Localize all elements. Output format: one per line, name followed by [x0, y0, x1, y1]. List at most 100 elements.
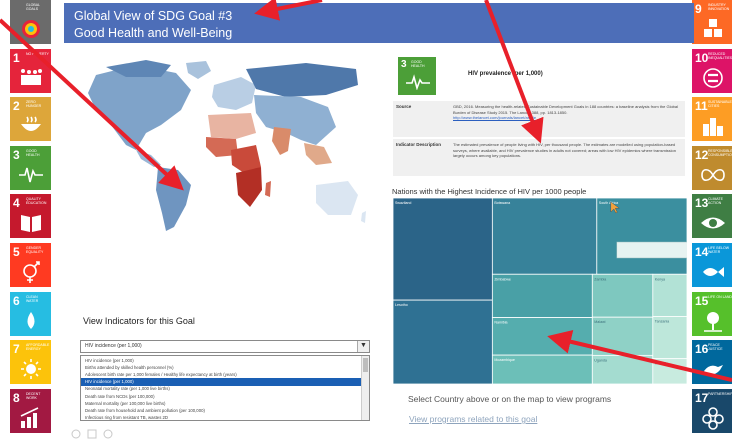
infinity-icon: [701, 168, 725, 181]
treemap-cell[interactable]: [393, 198, 493, 301]
eye-icon: [701, 217, 725, 229]
indicator-options-list[interactable]: Infectious ring from resistant TB, waste…: [80, 355, 370, 421]
map-asia[interactable]: [254, 95, 336, 145]
sdg-tile-label: Gender Equality: [26, 246, 44, 254]
indicator-option[interactable]: Infectious ring from resistant TB, waste…: [81, 414, 361, 421]
treemap-cell-label: Kenya: [655, 277, 665, 281]
indicator-option[interactable]: Neonatal mortality rate (per 1,000 live …: [81, 385, 361, 392]
treemap-cell-label: Botswana: [494, 201, 510, 205]
indicator-option[interactable]: Death rate from household and ambient po…: [81, 407, 361, 414]
treemap-cell-label: Mozambique: [494, 358, 515, 362]
sdg-tile-label: No Poverty: [26, 51, 49, 56]
sdg-tile-12[interactable]: 12 Responsible Consumption: [692, 145, 732, 190]
sdg-tile-8[interactable]: 8 Decent Work: [10, 388, 51, 433]
treemap-cell-label: Malawi: [594, 320, 605, 324]
source-link[interactable]: http://www.thelancet.com/journals/lancet…: [453, 115, 536, 120]
map-southeast-asia[interactable]: [304, 143, 332, 165]
map-southern-africa[interactable]: [236, 167, 262, 207]
sdg-tile-6[interactable]: 6 Clean Water: [10, 291, 51, 336]
map-central-america[interactable]: [136, 150, 161, 167]
bottom-toolbar-icons: [71, 429, 113, 439]
info-key: Source: [396, 104, 412, 109]
map-europe[interactable]: [212, 77, 256, 110]
sdg-tile-label: Peace Justice: [708, 343, 723, 352]
goal3-logo-label: Good Health: [411, 60, 425, 68]
indicator-option[interactable]: Births attended by skilled health person…: [81, 364, 361, 371]
sdg-tile-global[interactable]: Global Goals: [10, 0, 51, 44]
sdg-tile-2[interactable]: 2 Zero Hunger: [10, 97, 51, 142]
map-new-zealand[interactable]: [361, 211, 366, 223]
sdg-tile-number: 6: [13, 293, 20, 308]
sdg-tile-label: Reduced Inequalities: [708, 51, 732, 60]
toolbar-square-icon[interactable]: [87, 429, 97, 439]
sdg-tile-label: Clean Water: [26, 294, 39, 303]
sdg-tile-number: 17: [695, 390, 709, 405]
toolbar-dot-icon[interactable]: [103, 429, 113, 439]
view-programs-link[interactable]: View programs related to this goal: [409, 414, 537, 424]
page-header: Global View of SDG Goal #3 Good Health a…: [64, 3, 694, 43]
fish-icon: [703, 267, 724, 277]
growth-chart-icon: [20, 407, 39, 428]
indicator-option[interactable]: Maternal mortality (per 100,000 live bir…: [81, 400, 361, 407]
cubes-icon: [704, 19, 722, 37]
treemap-cell[interactable]: [491, 198, 598, 275]
dropdown-arrow-icon[interactable]: ▼: [357, 341, 369, 352]
sdg-tile-number: 16: [695, 342, 709, 357]
scrollbar-thumb[interactable]: [363, 358, 368, 372]
book-icon: [21, 215, 41, 233]
select-country-instruction: Select Country above or on the map to vi…: [408, 394, 612, 404]
goal3-logo-number: 3: [401, 59, 407, 70]
sdg-tile-7[interactable]: 7 Affordable Energy: [10, 340, 51, 385]
sdg-tile-label: Responsible Consumption: [708, 148, 732, 157]
sdg-tile-number: 1: [13, 50, 20, 65]
sdg-tile-16[interactable]: 16 Peace Justice: [692, 340, 732, 385]
indicator-select[interactable]: HIV incidence (per 1,000) ▼: [80, 340, 370, 353]
indicator-info-table: Source GBD, 2016. Measuring the health-r…: [393, 101, 685, 176]
indicator-option[interactable]: HIV incidence (per 1,000): [81, 378, 361, 386]
sdg-goals-right-column: 9 Industry Innovation 10 Reduced Inequaliti…: [692, 0, 732, 439]
sdg-tile-number: 3: [13, 147, 20, 162]
options-scrollbar[interactable]: [361, 356, 369, 420]
map-madagascar[interactable]: [265, 181, 271, 197]
sdg-tile-14[interactable]: 14 Life Below Water: [692, 243, 732, 287]
sdg-tile-9[interactable]: 9 Industry Innovation: [692, 0, 732, 44]
sdg-tile-number: 11: [695, 99, 708, 114]
indicator-option[interactable]: Adolescent birth rate per 1,000 females …: [81, 371, 361, 378]
sdg-tile-11[interactable]: 11 Sustainable Cities: [692, 97, 732, 142]
treemap-cell[interactable]: [393, 299, 493, 384]
sdg-tile-number: 9: [695, 2, 702, 16]
map-south-america[interactable]: [156, 167, 191, 231]
sdg-tile-10[interactable]: 10 Reduced Inequalities: [692, 48, 732, 93]
sdg-tile-3[interactable]: 3 Good Health: [10, 145, 51, 190]
map-australia[interactable]: [316, 181, 358, 215]
sdg-tile-5[interactable]: 5 Gender Equality: [10, 243, 51, 287]
map-greenland[interactable]: [186, 61, 211, 79]
sdg-tile-13[interactable]: 13 Climate Action: [692, 194, 732, 239]
sdg-tile-label: Good Health: [26, 148, 40, 157]
indicator-option[interactable]: HIV incidence (per 1,000): [81, 357, 361, 364]
hiv-treemap[interactable]: Swaziland Lesotho Botswana South Africa Zimb…: [393, 198, 687, 384]
sdg-tile-4[interactable]: 4 Quality Education: [10, 194, 51, 239]
sdg-tile-label: Partnerships: [708, 391, 732, 396]
map-russia[interactable]: [246, 63, 358, 97]
equals-icon: [703, 67, 723, 88]
toolbar-circle-icon[interactable]: [71, 429, 81, 439]
map-north-africa[interactable]: [208, 113, 256, 139]
sdg-tile-label: Climate Action: [708, 197, 723, 206]
sdg-tile-17[interactable]: 17Partnerships: [692, 388, 732, 433]
sdg-tile-label: Quality Education: [26, 197, 47, 206]
sdg-tile-label: Global Goals: [26, 3, 40, 11]
world-map[interactable]: [66, 55, 366, 235]
map-north-america[interactable]: [88, 65, 191, 150]
indicator-option[interactable]: Death rate from NCDs (per 100,000): [81, 393, 361, 400]
sdg-tile-label: Industry Innovation: [708, 3, 730, 11]
treemap-cell[interactable]: [596, 198, 687, 275]
sdg-tile-number: 7: [13, 342, 20, 357]
map-india[interactable]: [272, 127, 291, 155]
info-value: The estimated prevalence of people livin…: [453, 142, 676, 158]
page-subtitle: Good Health and Well-Being: [74, 26, 233, 40]
sdg-tile-1[interactable]: 1 No Poverty: [10, 48, 51, 93]
sdg-tile-15[interactable]: 15 Life On Land: [692, 291, 732, 336]
treemap-cell-label: Zambia: [594, 277, 606, 281]
globe-icon: [22, 20, 40, 38]
